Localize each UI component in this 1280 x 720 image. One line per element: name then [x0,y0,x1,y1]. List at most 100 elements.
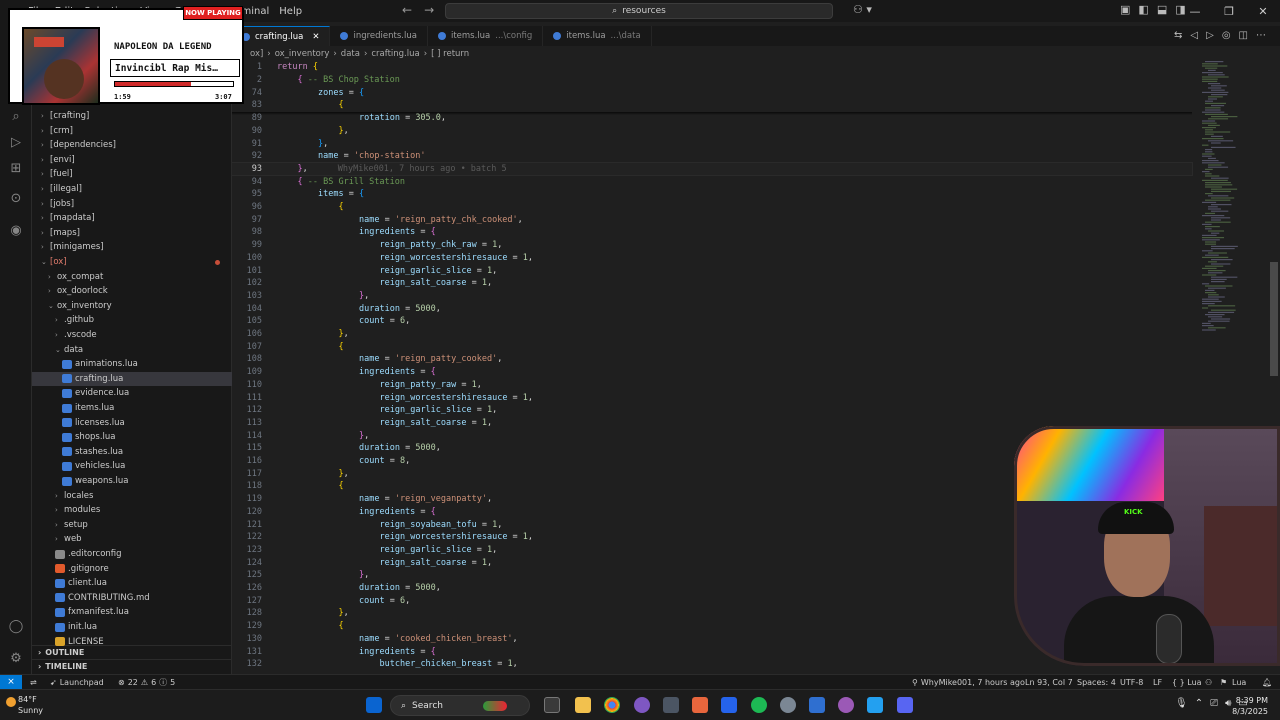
code-line[interactable]: 112 reign_garlic_slice = 1, [232,404,1192,417]
code-line[interactable]: 95 items = { [232,188,1192,201]
code-line[interactable]: 103}, [232,290,1192,303]
file-explorer-icon[interactable] [575,697,591,713]
code-line[interactable]: 92 name = 'chop-station' [232,150,1192,163]
weather-widget[interactable]: 84°F Sunny [18,694,43,716]
code-line[interactable]: 94 { -- BS Grill Station [232,175,1192,188]
breadcrumb-item[interactable]: crafting.lua [371,49,419,59]
back-arrow-icon[interactable]: ← [402,3,412,17]
tree-file[interactable]: licenses.lua [32,416,232,430]
code-line[interactable]: 100 reign_worcestershiresauce = 1, [232,252,1192,265]
breadcrumb-item[interactable]: ox] [250,49,263,59]
editor-tab[interactable]: items.lua ...\config [428,26,544,46]
encoding[interactable]: UTF-8 [1120,676,1143,688]
taskbar-clock[interactable]: 8:39 PM 8/3/2025 [1232,695,1268,717]
timeline-section[interactable]: › TIMELINE [32,659,232,673]
notifications-bell-icon[interactable]: 🔔︎ [1262,676,1272,688]
code-line[interactable]: 90}, [232,125,1192,138]
tree-folder[interactable]: › [envi] [32,153,232,167]
code-line[interactable]: 97 name = 'reign_patty_chk_cooked', [232,213,1192,226]
tree-file[interactable]: weapons.lua [32,474,232,488]
tree-file[interactable]: vehicles.lua [32,459,232,473]
tree-folder[interactable]: ⌄ data [32,343,232,357]
tree-folder[interactable]: › web [32,532,232,546]
toggle-panel-icon[interactable]: ⬓ [1157,3,1167,16]
editor-tab[interactable]: crafting.lua ✕ [232,26,331,46]
chevron-up-icon[interactable]: ⌃ [1195,698,1203,709]
tree-file[interactable]: fxmanifest.lua [32,605,232,619]
code-line[interactable]: 111 reign_worcestershiresauce = 1, [232,391,1192,404]
ports-icon[interactable]: ⚑ [1220,676,1227,688]
tree-file[interactable]: crafting.lua [32,371,232,386]
tree-folder[interactable]: › [dependencies] [32,138,232,152]
breadcrumb-item[interactable]: [ ] return [431,49,469,59]
spotify-icon[interactable] [751,697,767,713]
toggle-sidebar-icon[interactable]: ◧ [1138,3,1148,16]
app-icon-2[interactable] [692,697,708,713]
tree-file[interactable]: CONTRIBUTING.md [32,591,232,605]
code-line[interactable]: 106}, [232,328,1192,341]
sync-icon[interactable]: ⇌ [30,676,37,688]
split-editor-icon[interactable]: ◫ [1239,30,1248,41]
taskbar-search[interactable]: ⌕ Search [390,695,530,716]
tree-file[interactable]: shops.lua [32,430,232,444]
tree-folder[interactable]: › [maps] [32,226,232,240]
code-line[interactable]: 2{ -- BS Chop Station [232,74,1192,87]
menu-item[interactable]: Help [279,6,302,17]
restore-icon[interactable]: ❐ [1212,0,1246,22]
tree-folder[interactable]: › ox_doorlock [32,284,232,298]
discord-icon[interactable] [634,697,650,713]
copilot-status-icon[interactable]: ⚇ [1205,676,1212,688]
breadcrumb-item[interactable]: data [341,49,360,59]
tree-file[interactable]: evidence.lua [32,386,232,400]
language-mode[interactable]: Lua [1232,676,1246,688]
code-line[interactable]: 98 ingredients = { [232,226,1192,239]
search-view-icon[interactable]: ⌕ [6,106,26,126]
code-line[interactable]: 96 { [232,201,1192,214]
code-line[interactable]: 74 zones = { [232,86,1192,99]
tree-file[interactable]: LICENSE [32,635,232,649]
code-line[interactable]: 108 name = 'reign_patty_cooked', [232,353,1192,366]
timeline-next-icon[interactable]: ▷ [1206,30,1214,41]
code-line[interactable]: 99 reign_patty_chk_raw = 1, [232,239,1192,252]
layout-customize-icon[interactable]: ▣ [1120,3,1130,16]
tree-folder[interactable]: › [illegal] [32,182,232,196]
code-line[interactable]: 105 count = 6, [232,315,1192,328]
code-line[interactable]: 101 reign_garlic_slice = 1, [232,264,1192,277]
minimize-icon[interactable]: — [1178,0,1212,22]
tree-folder[interactable]: › [jobs] [32,197,232,211]
problems-indicator[interactable]: ⊗ 22 ⚠ 6 ⓘ 5 [118,676,175,688]
tree-folder[interactable]: › [mapdata] [32,211,232,225]
command-center-search[interactable]: ⌕ resources [445,3,833,19]
tree-folder[interactable]: ⌄ ox_inventory [32,299,232,313]
app-icon-5[interactable] [838,697,854,713]
close-tab-icon[interactable]: ✕ [312,32,319,42]
tree-file[interactable]: .editorconfig [32,547,232,561]
code-line[interactable]: 104 duration = 5000, [232,302,1192,315]
editor-scrollbar[interactable] [1270,262,1278,376]
git-blame-status[interactable]: ⚲ WhyMike001, 7 hours ago [912,676,1025,688]
volume-icon[interactable]: 🔊︎ [1225,698,1231,709]
start-windows-icon[interactable] [366,697,382,713]
launchpad-button[interactable]: ➹ Launchpad [50,676,104,688]
tree-folder[interactable]: › .github [32,313,232,327]
end-of-line[interactable]: LF [1153,676,1162,688]
tree-folder[interactable]: › locales [32,489,232,503]
tree-file[interactable]: items.lua [32,401,232,415]
tree-file[interactable]: stashes.lua [32,445,232,459]
breadcrumb-item[interactable]: ox_inventory [275,49,330,59]
tree-file[interactable]: init.lua [32,620,232,634]
code-line[interactable]: 109 ingredients = { [232,366,1192,379]
tree-folder[interactable]: › setup [32,518,232,532]
tree-file[interactable]: client.lua [32,576,232,590]
editor-tab[interactable]: ingredients.lua [330,26,428,46]
vscode-icon[interactable] [867,697,883,713]
minimap[interactable] [1196,61,1266,341]
run-debug-icon[interactable]: ▷ [6,132,26,152]
code-line[interactable]: 110 reign_patty_raw = 1, [232,379,1192,392]
remote-explorer-icon[interactable]: ⊙ [6,188,26,208]
compare-icon[interactable]: ⇆ [1174,30,1182,41]
indentation[interactable]: Spaces: 4 [1077,676,1116,688]
chrome-icon[interactable] [604,697,620,713]
code-line[interactable]: 1 return { [232,61,1192,74]
remote-indicator-icon[interactable]: ⨯ [0,675,22,689]
